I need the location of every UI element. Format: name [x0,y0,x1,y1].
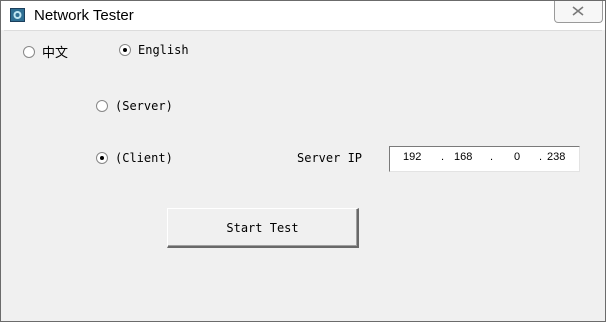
network-tester-window: Network Tester 中文 English (Server) (Clie… [0,0,606,322]
start-test-label: Start Test [226,220,299,235]
ip-dot-2: . [490,151,494,163]
mode-server-label: (Server) [115,99,173,113]
radio-circle-chinese [23,45,35,58]
window-title: Network Tester [34,7,134,24]
ip-octet-1[interactable]: 192 [403,151,421,163]
ip-octet-2[interactable]: 168 [454,151,472,163]
ip-dot-1: . [441,151,445,163]
language-english-label: English [138,43,189,57]
mode-client-label: (Client) [115,151,173,165]
radio-mode-client[interactable]: (Client) [96,151,173,165]
ip-dot-3: . [539,151,543,163]
server-ip-field[interactable]: 192 . 168 . 0 . 238 [389,146,580,172]
start-test-button[interactable]: Start Test [167,208,359,248]
close-button[interactable] [554,1,603,23]
title-bar: Network Tester [1,1,605,30]
radio-circle-client [96,152,108,164]
close-icon [572,6,584,16]
radio-language-chinese[interactable]: 中文 [23,42,68,61]
client-area: 中文 English (Server) (Client) Server IP 1… [4,30,602,321]
ip-octet-3[interactable]: 0 [514,151,520,163]
radio-circle-server [96,100,108,112]
app-icon [10,8,25,22]
ip-octet-4[interactable]: 238 [547,151,565,163]
language-chinese-label: 中文 [42,46,69,61]
radio-language-english[interactable]: English [119,43,189,57]
radio-mode-server[interactable]: (Server) [96,99,173,113]
radio-circle-english [119,44,131,56]
server-ip-label: Server IP [297,151,363,165]
